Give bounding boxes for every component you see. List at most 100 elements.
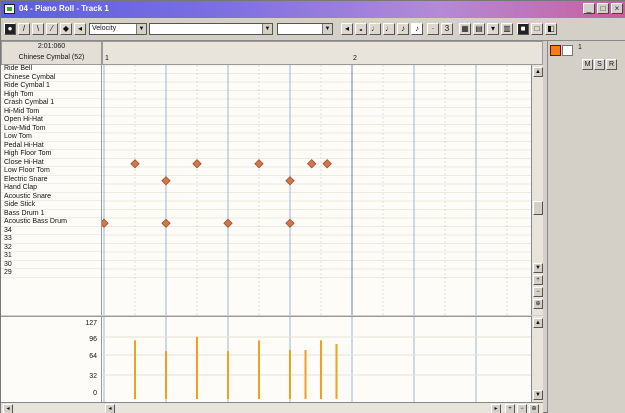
drum-key-row[interactable]: 33 (1, 235, 101, 244)
controller-dropdown[interactable]: Velocity ▼ (89, 23, 147, 35)
triplet-icon[interactable]: · (427, 23, 439, 35)
draw-tool-icon[interactable]: ⁄ (46, 23, 58, 35)
toolbar: ● / \ ⁄ ◆ ◂ Velocity ▼ ▼ ▼ ◂ 𝅝 ♩ ♩ ♪ ♪ ·… (1, 18, 625, 41)
whole-note-icon[interactable]: 𝅝 (355, 23, 367, 35)
velocity-canvas[interactable] (102, 317, 531, 402)
drum-key-list[interactable]: Ride Bell Chinese Cymbal Ride Cymbal 1 High… (1, 65, 102, 315)
position-display: 2:01:060 Chinese Cymbal (52) (1, 41, 102, 65)
mute-button[interactable]: M (582, 59, 593, 70)
scroll-thumb[interactable] (533, 201, 543, 215)
pencil-tool-icon[interactable]: / (18, 23, 30, 35)
app-icon (4, 4, 15, 14)
measure-marker: 1 (105, 55, 109, 62)
parameter-dropdown[interactable]: ▼ (149, 23, 273, 35)
drum-key-row[interactable]: High Tom (1, 91, 101, 99)
drum-key-row[interactable]: 30 (1, 261, 101, 269)
note-grid-canvas[interactable] (102, 65, 531, 315)
maximize-button[interactable]: □ (597, 3, 609, 14)
scroll-left-button[interactable]: ◂ (105, 404, 115, 413)
vertical-scrollbar[interactable]: ▲ ▼ + − ⊕ (531, 65, 543, 315)
sixteenth-note-icon[interactable]: ♪ (411, 23, 423, 35)
scroll-up-button[interactable]: ▲ (533, 318, 543, 328)
track-list-icon[interactable]: ◧ (545, 23, 557, 35)
drum-key-row[interactable]: Close Hi-Hat (1, 159, 101, 167)
piano-roll-window: 04 - Piano Roll - Track 1 _ □ × ● / \ ⁄ … (0, 0, 625, 413)
scroll-left-button[interactable]: ◂ (3, 404, 13, 413)
fill-icon[interactable]: ■ (517, 23, 529, 35)
view-icon[interactable]: ▥ (501, 23, 513, 35)
position-time: 2:01:060 (37, 43, 66, 50)
velocity-scale: 127 96 64 32 0 (1, 316, 102, 402)
velocity-scale-label: 32 (89, 373, 97, 380)
drum-key-row[interactable]: High Floor Tom (1, 150, 101, 159)
drum-key-row[interactable]: 34 (1, 227, 101, 235)
empty-box-icon[interactable]: □ (531, 23, 543, 35)
current-instrument: Chinese Cymbal (52) (18, 54, 85, 61)
minimize-button[interactable]: _ (583, 3, 595, 14)
drum-key-row[interactable]: Hi-Mid Tom (1, 108, 101, 116)
eighth-note-icon[interactable]: ♪ (397, 23, 409, 35)
drum-key-row[interactable]: Low Tom (1, 133, 101, 142)
zoom-fit-icon[interactable]: ⊕ (533, 299, 543, 309)
line-tool-icon[interactable]: \ (32, 23, 44, 35)
drum-key-row[interactable]: Bass Drum 1 (1, 210, 101, 218)
snap-icon[interactable]: ◂ (341, 23, 353, 35)
scroll-down-button[interactable]: ▼ (533, 263, 543, 273)
velocity-scale-label: 96 (89, 336, 97, 343)
quarter-note-icon[interactable]: ♩ (383, 23, 395, 35)
dotted-icon[interactable]: 3 (441, 23, 453, 35)
time-ruler[interactable]: 1 2 (102, 41, 543, 65)
track-number: 1 (578, 44, 582, 51)
zoom-fit-icon[interactable]: ⊕ (529, 404, 539, 413)
drum-key-row[interactable]: 29 (1, 269, 101, 278)
velocity-scale-label: 0 (93, 390, 97, 397)
chevron-down-icon[interactable]: ▾ (487, 23, 499, 35)
scrub-tool-icon[interactable]: ◂ (74, 23, 86, 35)
title-bar[interactable]: 04 - Piano Roll - Track 1 _ □ × (1, 1, 625, 18)
erase-tool-icon[interactable]: ◆ (60, 23, 72, 35)
drum-key-row[interactable]: 31 (1, 252, 101, 261)
record-button[interactable]: R (606, 59, 617, 70)
drum-key-row[interactable]: Ride Cymbal 1 (1, 82, 101, 91)
chevron-down-icon: ▼ (136, 24, 146, 34)
track-select-box[interactable] (562, 45, 573, 56)
track-color-swatch[interactable] (550, 45, 561, 56)
controller-dropdown-value: Velocity (92, 25, 117, 32)
drum-key-row[interactable]: Ride Bell (1, 65, 101, 74)
note-grid[interactable] (102, 65, 531, 315)
drum-key-row[interactable]: Hand Clap (1, 184, 101, 193)
drum-key-row[interactable]: Low-Mid Tom (1, 125, 101, 133)
grid-options-icon[interactable]: ▤ (473, 23, 485, 35)
zoom-out-icon[interactable]: − (517, 404, 527, 413)
velocity-scale-label: 64 (89, 353, 97, 360)
solo-button[interactable]: S (594, 59, 605, 70)
drum-key-row[interactable]: Electric Snare (1, 176, 101, 184)
drum-key-row[interactable]: Crash Cymbal 1 (1, 99, 101, 108)
zoom-in-icon[interactable]: + (505, 404, 515, 413)
scroll-up-button[interactable]: ▲ (533, 67, 543, 77)
select-tool-icon[interactable]: ● (4, 23, 16, 35)
zoom-out-icon[interactable]: − (533, 287, 543, 297)
drum-key-row[interactable]: Chinese Cymbal (1, 74, 101, 82)
zoom-in-icon[interactable]: + (533, 275, 543, 285)
scroll-right-button[interactable]: ▸ (491, 404, 501, 413)
drum-key-row[interactable]: Low Floor Tom (1, 167, 101, 176)
measure-marker: 2 (353, 55, 357, 62)
scroll-down-button[interactable]: ▼ (533, 390, 543, 400)
window-title: 04 - Piano Roll - Track 1 (19, 4, 109, 13)
drum-key-row[interactable]: Acoustic Snare (1, 193, 101, 201)
drum-key-row[interactable]: 32 (1, 244, 101, 252)
velocity-pane[interactable] (102, 316, 531, 402)
horizontal-scrollbar[interactable]: ◂ ◂ ▸ + − ⊕ (1, 402, 543, 413)
drum-key-row[interactable]: Open Hi-Hat (1, 116, 101, 125)
close-button[interactable]: × (611, 3, 623, 14)
chevron-down-icon: ▼ (322, 24, 332, 34)
velocity-scale-label: 127 (85, 320, 97, 327)
drum-key-row[interactable]: Pedal Hi-Hat (1, 142, 101, 150)
half-note-icon[interactable]: ♩ (369, 23, 381, 35)
grid-icon[interactable]: ▦ (459, 23, 471, 35)
value-dropdown[interactable]: ▼ (277, 23, 333, 35)
drum-key-row[interactable]: Side Stick (1, 201, 101, 210)
drum-key-row[interactable]: Acoustic Bass Drum (1, 218, 101, 227)
velocity-scrollbar[interactable]: ▲ ▼ (531, 316, 543, 402)
